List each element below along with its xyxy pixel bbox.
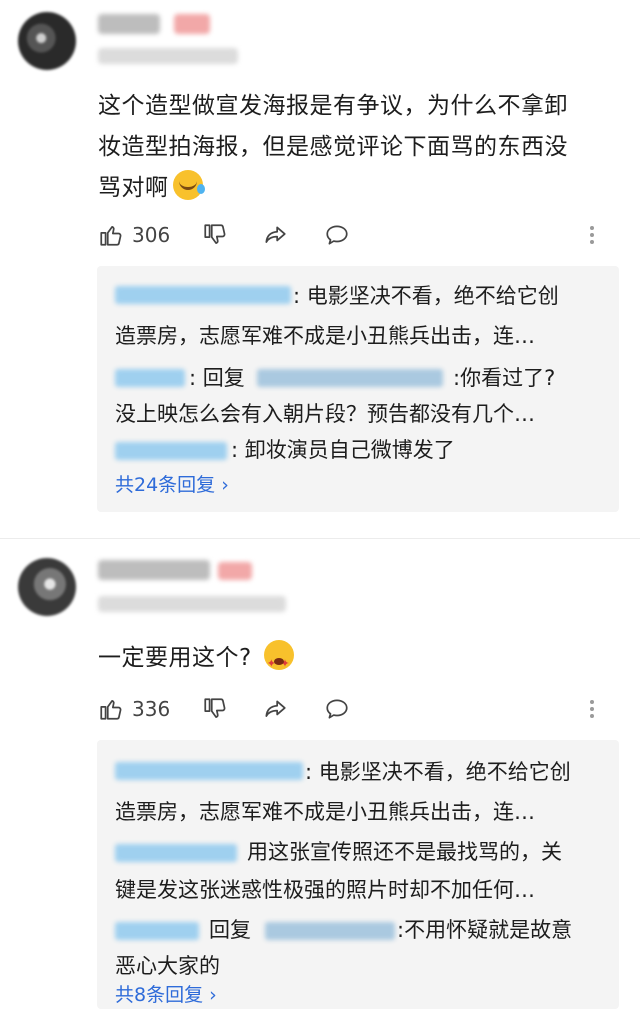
thumbs-up-icon (100, 700, 122, 720)
username[interactable] (98, 14, 160, 34)
thumbs-up-icon (100, 226, 122, 246)
comment-actions: 306 (98, 220, 618, 250)
crying-laughing-emoji (172, 170, 205, 200)
share-icon (265, 226, 286, 243)
dislike-button[interactable] (202, 220, 228, 250)
like-count: 306 (132, 223, 171, 247)
username[interactable] (98, 560, 210, 580)
share-icon (265, 700, 286, 717)
reply-text: : 卸妆演员自己微博发了 (231, 438, 455, 462)
divider (0, 538, 640, 539)
thumbs-down-icon (204, 698, 226, 718)
reply-mention[interactable] (257, 369, 443, 387)
like-count: 336 (132, 697, 171, 721)
reply-text: 回复 (209, 918, 251, 942)
comment-button[interactable] (324, 694, 350, 724)
reply-text: 没上映怎么会有入朝片段？预告都没有几个… (115, 402, 535, 426)
reply-mention[interactable] (265, 922, 395, 940)
reply-author[interactable] (115, 442, 227, 460)
like-button[interactable]: 336 (98, 694, 170, 724)
avatar[interactable] (18, 12, 76, 70)
reply-text: : 回复 (189, 366, 245, 390)
user-badge (218, 562, 252, 580)
reply-text: 造票房，志愿军难不成是小丑熊兵出击，连… (115, 324, 535, 348)
reply-text: :不用怀疑就是故意 (397, 918, 573, 942)
reply-text: :你看过了? (453, 366, 556, 390)
view-more-replies-link[interactable]: 共24条回复 › (115, 470, 229, 497)
comment-card: 一定要用这个? 336 : 电影坚决不看，绝不给它创 造票房，志愿军难不成是小丑… (0, 540, 640, 1009)
reply-preview-box: : 电影坚决不看，绝不给它创 造票房，志愿军难不成是小丑熊兵出击，连… : 回复… (97, 266, 619, 512)
speech-bubble-icon (326, 225, 348, 245)
share-button[interactable] (262, 694, 288, 724)
reply-text: : 电影坚决不看，绝不给它创 (293, 284, 559, 308)
user-badge (174, 14, 210, 34)
reply-author[interactable] (115, 369, 185, 387)
reply-author[interactable] (115, 844, 237, 862)
comment-meta (98, 48, 238, 64)
speech-bubble-icon (326, 699, 348, 719)
comment-actions: 336 (98, 694, 618, 724)
reply-text: : 电影坚决不看，绝不给它创 (305, 760, 571, 784)
comment-text: 这个造型做宣发海报是有争议，为什么不拿卸 妆造型拍海报，但是感觉评论下面骂的东西… (98, 93, 568, 201)
thumbs-down-icon (204, 224, 226, 244)
reply-text: 造票房，志愿军难不成是小丑熊兵出击，连… (115, 800, 535, 824)
more-options-icon[interactable] (590, 697, 596, 721)
reply-author[interactable] (115, 286, 291, 304)
reply-text: 键是发这张迷惑性极强的照片时却不加任何… (115, 878, 535, 902)
like-button[interactable]: 306 (98, 220, 170, 250)
view-more-replies-link[interactable]: 共8条回复 › (115, 980, 217, 1007)
reply-text: 用这张宣传照还不是最找骂的，关 (247, 840, 562, 864)
comment-card: 这个造型做宣发海报是有争议，为什么不拿卸 妆造型拍海报，但是感觉评论下面骂的东西… (0, 0, 640, 530)
reply-preview-box: : 电影坚决不看，绝不给它创 造票房，志愿军难不成是小丑熊兵出击，连… 用这张宣… (97, 740, 619, 1009)
share-button[interactable] (262, 220, 288, 250)
reply-text: 恶心大家的 (115, 954, 220, 978)
reply-author[interactable] (115, 762, 303, 780)
comment-meta (98, 596, 286, 612)
avatar[interactable] (18, 558, 76, 616)
comment-text: 一定要用这个? (98, 638, 618, 684)
reply-author[interactable] (115, 922, 199, 940)
dislike-button[interactable] (202, 694, 228, 724)
comment-button[interactable] (324, 220, 350, 250)
starry-eyed-emoji (263, 640, 294, 684)
more-options-icon[interactable] (590, 223, 596, 247)
